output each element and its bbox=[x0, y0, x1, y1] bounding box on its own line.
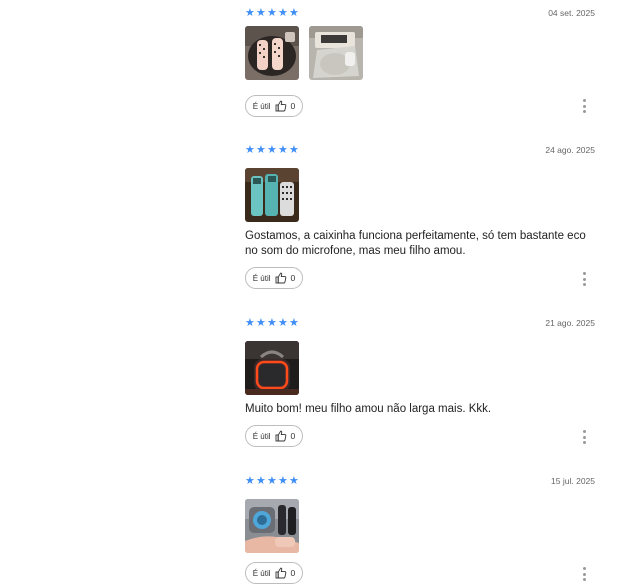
helpful-count: 0 bbox=[290, 431, 296, 441]
star-icon: ★ bbox=[256, 475, 266, 487]
review-date: 24 ago. 2025 bbox=[545, 145, 595, 155]
thumbs-up-icon bbox=[275, 430, 287, 442]
helpful-button[interactable]: É útil 0 bbox=[245, 562, 303, 584]
helpful-button[interactable]: É útil 0 bbox=[245, 425, 303, 447]
review-photo-thumbnail[interactable] bbox=[245, 26, 299, 80]
star-icon: ★ bbox=[256, 7, 266, 19]
helpful-button[interactable]: É útil 0 bbox=[245, 267, 303, 289]
thumbs-up-icon bbox=[275, 567, 287, 579]
star-icon: ★ bbox=[278, 475, 288, 487]
star-icon: ★ bbox=[267, 475, 277, 487]
helpful-label: É útil bbox=[252, 101, 271, 111]
review-text: Muito bom! meu filho amou não larga mais… bbox=[245, 403, 492, 415]
star-icon: ★ bbox=[256, 144, 266, 156]
helpful-count: 0 bbox=[290, 273, 296, 283]
star-icon: ★ bbox=[278, 144, 288, 156]
star-icon: ★ bbox=[289, 144, 299, 156]
star-icon: ★ bbox=[245, 475, 255, 487]
helpful-label: É útil bbox=[252, 431, 271, 441]
helpful-count: 0 bbox=[290, 101, 296, 111]
star-icon: ★ bbox=[289, 317, 299, 329]
star-rating: ★ ★ ★ ★ ★ bbox=[245, 317, 299, 329]
star-rating: ★ ★ ★ ★ ★ bbox=[245, 475, 299, 487]
review-date: 21 ago. 2025 bbox=[545, 318, 595, 328]
review-item: ★ ★ ★ ★ ★ 15 jul. 2025 É útil 0 bbox=[245, 475, 595, 587]
review-item: ★ ★ ★ ★ ★ 21 ago. 2025 Muito bom! meu fi… bbox=[245, 317, 595, 451]
review-photo-thumbnail[interactable] bbox=[309, 26, 363, 80]
star-rating: ★ ★ ★ ★ ★ bbox=[245, 7, 299, 19]
review-photo-thumbnail[interactable] bbox=[245, 341, 299, 395]
star-icon: ★ bbox=[278, 317, 288, 329]
helpful-button[interactable]: É útil 0 bbox=[245, 95, 303, 117]
star-icon: ★ bbox=[267, 144, 277, 156]
review-text: Gostamos, a caixinha funciona perfeitame… bbox=[245, 230, 586, 257]
star-icon: ★ bbox=[267, 7, 277, 19]
review-photo-thumbnail[interactable] bbox=[245, 499, 299, 553]
thumbs-up-icon bbox=[275, 100, 287, 112]
star-icon: ★ bbox=[289, 475, 299, 487]
star-rating: ★ ★ ★ ★ ★ bbox=[245, 144, 299, 156]
review-photo-thumbnail[interactable] bbox=[245, 168, 299, 222]
more-options-icon[interactable] bbox=[581, 272, 587, 286]
more-options-icon[interactable] bbox=[581, 430, 587, 444]
more-options-icon[interactable] bbox=[581, 567, 587, 581]
star-icon: ★ bbox=[256, 317, 266, 329]
star-icon: ★ bbox=[245, 317, 255, 329]
star-icon: ★ bbox=[245, 144, 255, 156]
review-date: 04 set. 2025 bbox=[548, 8, 595, 18]
review-item: ★ ★ ★ ★ ★ 24 ago. 2025 Gostamos, a caixi… bbox=[245, 144, 595, 292]
star-icon: ★ bbox=[245, 7, 255, 19]
thumbs-up-icon bbox=[275, 272, 287, 284]
review-date: 15 jul. 2025 bbox=[551, 476, 595, 486]
helpful-label: É útil bbox=[252, 568, 271, 578]
star-icon: ★ bbox=[289, 7, 299, 19]
helpful-label: É útil bbox=[252, 273, 271, 283]
star-icon: ★ bbox=[278, 7, 288, 19]
star-icon: ★ bbox=[267, 317, 277, 329]
more-options-icon[interactable] bbox=[581, 99, 587, 113]
helpful-count: 0 bbox=[290, 568, 296, 578]
review-item: ★ ★ ★ ★ ★ 04 set. 2025 É útil 0 bbox=[245, 7, 595, 119]
